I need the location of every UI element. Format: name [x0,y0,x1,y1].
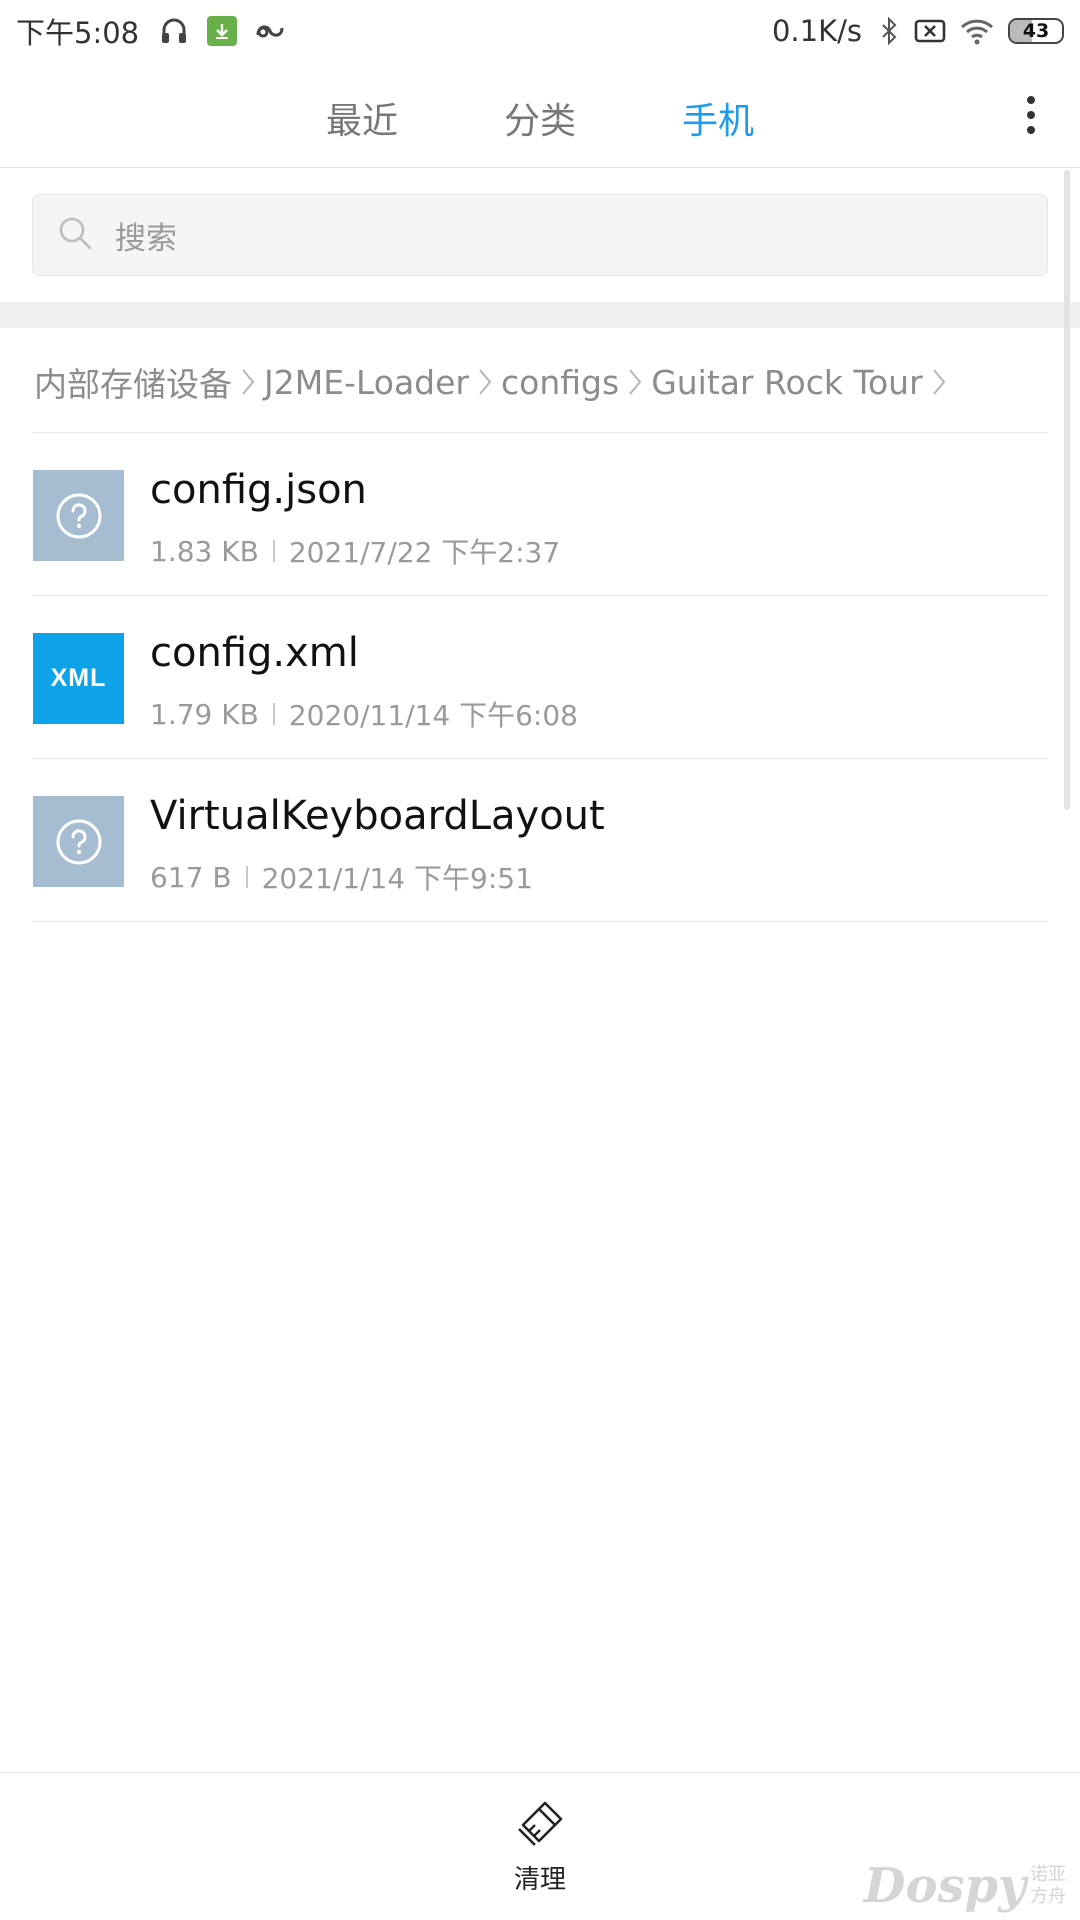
file-size: 1.79 KB [150,697,259,731]
file-list: config.json 1.83 KB 2021/7/22 下午2:37 XML… [0,433,1080,922]
meta-divider [272,703,275,725]
wifi-icon [960,17,994,45]
more-dot-icon [1027,111,1035,119]
scrollbar[interactable] [1064,170,1070,810]
file-row-config-json[interactable]: config.json 1.83 KB 2021/7/22 下午2:37 [0,433,1080,596]
more-dot-icon [1027,96,1035,104]
battery-icon: 43 [1008,18,1064,44]
breadcrumb-item-internal-storage[interactable]: 内部存储设备 [34,358,232,406]
status-right: 0.1K/s 43 [772,14,1064,48]
watermark-sub: 诺亚 方舟 [1030,1864,1066,1908]
file-meta: 1.83 KB 2021/7/22 下午2:37 [150,531,560,571]
chevron-right-icon [240,366,256,398]
bluetooth-icon [880,16,900,46]
watermark-sub-line2: 方舟 [1030,1886,1066,1907]
battery-level: 43 [1022,20,1050,42]
file-size: 617 B [150,860,232,894]
sim-off-icon [914,18,946,44]
meta-divider [245,866,248,888]
chevron-right-icon [477,366,493,398]
status-time: 下午5:08 [16,16,140,50]
infinity-icon [255,20,285,42]
download-badge-icon [207,16,238,46]
breadcrumb-item-configs[interactable]: configs [501,363,619,402]
tab-phone[interactable]: 手机 [658,92,778,144]
watermark-text: Dospy [863,1858,1026,1914]
xml-file-icon: XML [33,633,124,724]
breadcrumb-item-j2me-loader[interactable]: J2ME-Loader [264,363,469,402]
search-placeholder: 搜索 [115,220,177,257]
chevron-right-icon [627,366,643,398]
section-divider [0,302,1080,328]
tab-recent[interactable]: 最近 [302,92,422,144]
file-date: 2021/7/22 下午2:37 [288,536,561,569]
broom-icon [515,1799,565,1853]
breadcrumb: 内部存储设备 J2ME-Loader configs Guitar Rock T… [34,358,1044,406]
tab-category[interactable]: 分类 [480,92,600,144]
file-date: 2021/1/14 下午9:51 [261,862,533,895]
chevron-right-icon [931,366,947,398]
unknown-file-icon [33,470,124,561]
file-row-config-xml[interactable]: XML config.xml 1.79 KB 2020/11/14 下午6:08 [0,596,1080,759]
file-name: config.xml [150,630,359,676]
watermark-sub-line1: 诺亚 [1030,1864,1066,1885]
file-meta: 1.79 KB 2020/11/14 下午6:08 [150,694,578,734]
file-row-virtual-keyboard-layout[interactable]: VirtualKeyboardLayout 617 B 2021/1/14 下午… [0,759,1080,922]
clean-label: 清理 [513,1865,566,1895]
status-bar: 下午5:08 0.1K/s 43 [0,0,1080,62]
network-speed: 0.1K/s [771,14,862,48]
unknown-file-icon [33,796,124,887]
file-date: 2020/11/14 下午6:08 [288,699,578,732]
xml-file-icon-label: XML [50,664,107,692]
file-size: 1.83 KB [150,534,259,568]
file-meta: 617 B 2021/1/14 下午9:51 [150,857,533,897]
more-dot-icon [1027,126,1035,134]
meta-divider [272,540,275,562]
watermark: Dospy 诺亚 方舟 [864,1858,1066,1914]
status-left: 下午5:08 [16,10,303,52]
clean-button[interactable]: 清理 [490,1799,590,1895]
file-name: VirtualKeyboardLayout [150,793,605,839]
breadcrumb-item-guitar-rock-tour[interactable]: Guitar Rock Tour [651,363,922,402]
more-options-button[interactable] [1016,90,1046,140]
search-input[interactable]: 搜索 [32,194,1048,276]
file-name: config.json [150,467,367,513]
tab-bar: 最近 分类 手机 [0,62,1080,168]
search-icon [57,215,93,255]
headphones-icon [159,16,189,46]
